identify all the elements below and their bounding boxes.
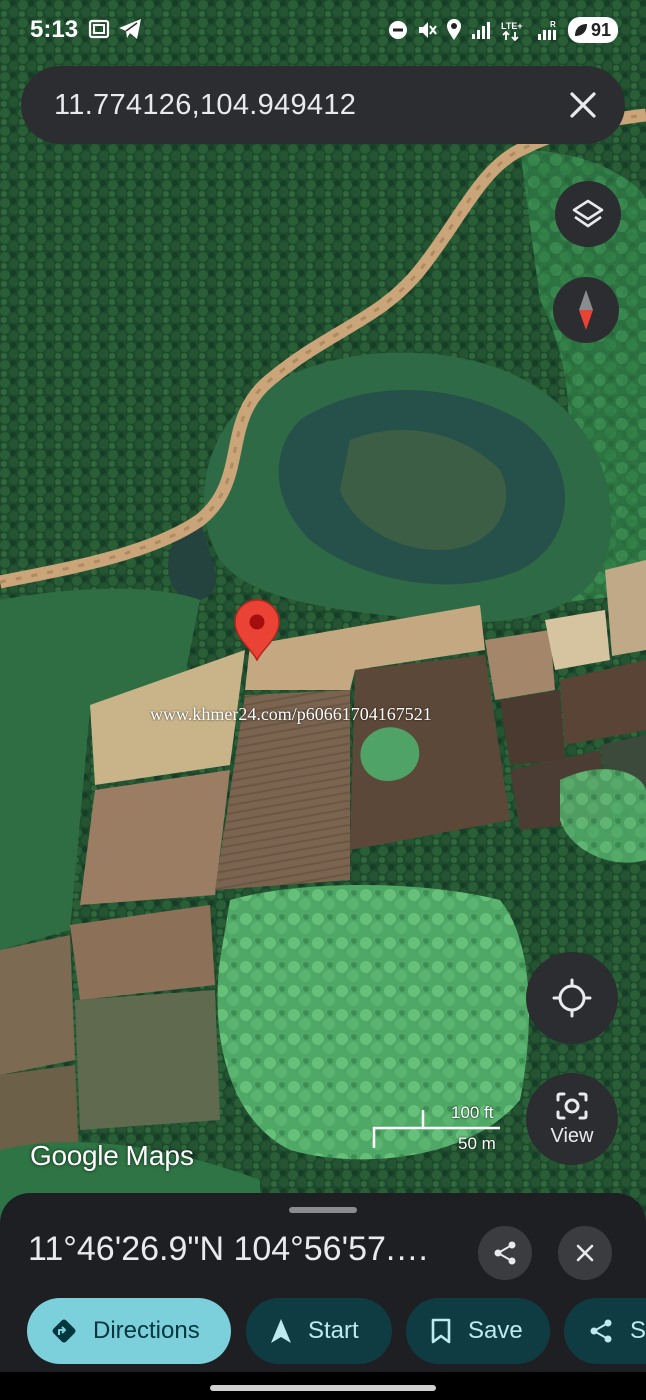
location-icon: [446, 19, 461, 40]
close-sheet-button[interactable]: [558, 1226, 612, 1280]
place-coordinates-title: 11°46'26.9"N 104°56'57.9"E: [28, 1230, 448, 1268]
share-label: Share: [630, 1317, 646, 1344]
satellite-imagery: [0, 0, 646, 1235]
leaf-icon: [574, 24, 587, 36]
screenshot-icon: [88, 19, 110, 39]
logo-google-text: Google: [30, 1140, 119, 1171]
navigation-arrow-icon: [271, 1319, 291, 1343]
bookmark-icon: [431, 1318, 451, 1344]
start-label: Start: [308, 1317, 359, 1344]
my-location-icon: [552, 978, 592, 1018]
scale-feet: 100 ft: [451, 1103, 494, 1122]
satellite-map[interactable]: [0, 0, 646, 1235]
lte-icon: LTE+: [501, 21, 523, 41]
status-time: 5:13: [30, 16, 79, 43]
directions-label: Directions: [93, 1317, 200, 1344]
compass-button[interactable]: [553, 277, 619, 343]
watermark: www.khmer24.com/p60661704167521: [150, 704, 432, 724]
scale-meters: 50 m: [458, 1134, 496, 1153]
save-label: Save: [468, 1317, 523, 1344]
view-button[interactable]: View: [526, 1073, 618, 1165]
action-chip-row[interactable]: Directions Start Save Share: [0, 1298, 646, 1366]
drag-handle[interactable]: [289, 1207, 357, 1213]
search-query[interactable]: 11.774126,104.949412: [54, 89, 356, 122]
place-bottom-sheet[interactable]: 11°46'26.9"N 104°56'57.9"E Directions St…: [0, 1193, 646, 1400]
share-icon: [494, 1241, 516, 1265]
directions-button[interactable]: Directions: [27, 1298, 231, 1364]
system-nav-bar: [0, 1372, 646, 1400]
my-location-button[interactable]: [526, 952, 618, 1044]
signal-icon: [471, 22, 490, 39]
do-not-disturb-icon: [388, 21, 407, 39]
gesture-handle[interactable]: [210, 1385, 436, 1391]
compass-icon: [579, 290, 593, 330]
google-maps-logo: Google Maps: [30, 1140, 194, 1172]
layers-button[interactable]: [555, 181, 621, 247]
view-label: View: [550, 1124, 594, 1147]
close-icon[interactable]: [563, 85, 603, 125]
status-bar: 5:13 LTE+ R 91: [0, 0, 646, 62]
vibrate-off-icon: [418, 22, 437, 38]
svg-text:R: R: [550, 20, 556, 29]
battery-level: 91: [590, 19, 611, 40]
lens-camera-icon: [556, 1092, 588, 1119]
roaming-signal-icon: R: [537, 20, 556, 40]
svg-text:LTE+: LTE+: [501, 21, 523, 31]
share-button[interactable]: Share: [564, 1298, 646, 1364]
telegram-icon: [119, 19, 141, 39]
share-icon: [590, 1319, 612, 1343]
start-button[interactable]: Start: [246, 1298, 392, 1364]
save-button[interactable]: Save: [406, 1298, 550, 1364]
battery-indicator: 91: [567, 17, 618, 43]
close-icon: [576, 1244, 594, 1262]
logo-maps-text: Maps: [125, 1140, 194, 1171]
directions-icon: [52, 1319, 76, 1343]
share-place-button[interactable]: [478, 1226, 532, 1280]
layers-icon: [572, 199, 604, 228]
search-bar[interactable]: 11.774126,104.949412: [21, 66, 625, 144]
